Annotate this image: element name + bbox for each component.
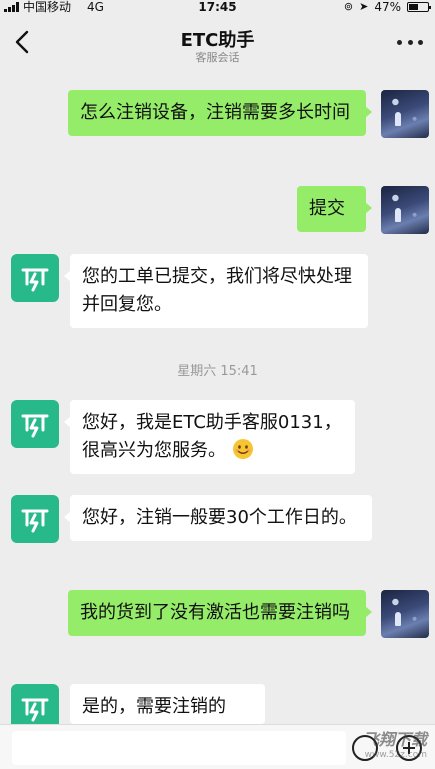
location-icon: ➤ bbox=[359, 0, 369, 13]
lock-rotation-icon: ⊚ bbox=[343, 0, 354, 13]
battery-percent: 47% bbox=[374, 0, 401, 14]
emoji-icon[interactable] bbox=[352, 735, 378, 761]
message-bubble-received[interactable]: 是的，需要注销的 bbox=[70, 684, 265, 724]
etc-logo-icon bbox=[21, 414, 49, 438]
message-bubble-sent[interactable]: 我的货到了没有激活也需要注销吗 bbox=[68, 590, 372, 636]
message-input[interactable] bbox=[12, 731, 346, 765]
smile-emoji-icon bbox=[232, 439, 253, 459]
timestamp: 星期六 15:41 bbox=[177, 364, 258, 379]
more-dots-icon[interactable] bbox=[397, 30, 423, 54]
user-avatar[interactable] bbox=[381, 186, 429, 234]
etc-logo-icon bbox=[21, 268, 49, 292]
user-avatar[interactable] bbox=[381, 90, 429, 138]
status-bar: 中国移动 4G 17:45 ⊚ ➤ 47% bbox=[0, 0, 435, 14]
etc-assistant-avatar[interactable] bbox=[11, 254, 59, 302]
user-avatar[interactable] bbox=[381, 590, 429, 638]
message-bubble-sent[interactable]: 提交 bbox=[297, 186, 372, 232]
plus-circle-icon[interactable] bbox=[396, 735, 422, 761]
message-bubble-received[interactable]: 您的工单已提交，我们将尽快处理并回复您。 bbox=[64, 254, 368, 328]
battery-icon bbox=[407, 2, 431, 12]
page-subtitle: 客服会话 bbox=[195, 51, 240, 64]
message-bubble-sent[interactable]: 怎么注销设备，注销需要多长时间 bbox=[68, 90, 372, 136]
input-bar bbox=[0, 724, 435, 769]
message-bubble-received[interactable]: 您好，我是ETC助手客服0131，很高兴为您服务。 bbox=[64, 400, 355, 474]
nav-bar: ETC助手 客服会话 bbox=[0, 14, 435, 70]
etc-assistant-avatar[interactable] bbox=[11, 400, 59, 448]
etc-logo-icon bbox=[21, 509, 49, 533]
etc-assistant-avatar[interactable] bbox=[11, 495, 59, 543]
message-bubble-received[interactable]: 您好，注销一般要30个工作日的。 bbox=[64, 495, 372, 541]
message-text: 您好，我是ETC助手客服0131，很高兴为您服务。 bbox=[82, 412, 342, 461]
